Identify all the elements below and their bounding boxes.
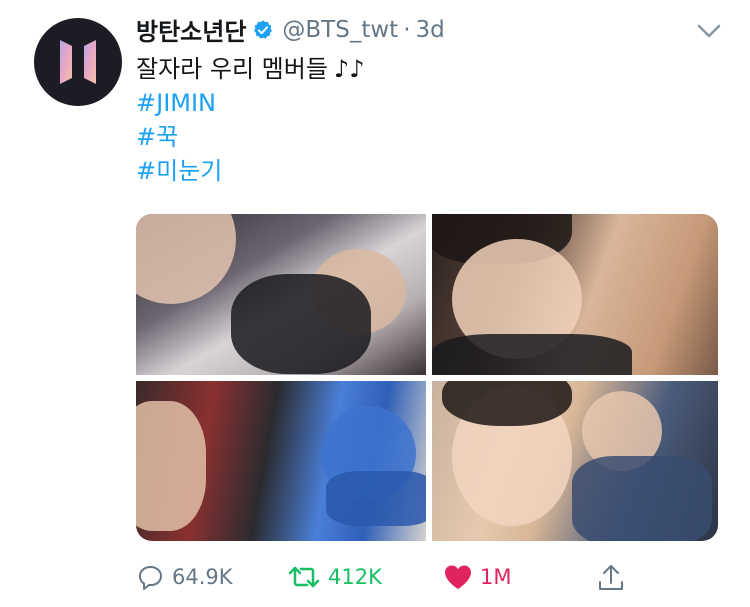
tweet-text: 잘자라 우리 멤버들 ♪♪ #JIMIN #꾹 #미눈기: [136, 52, 365, 188]
photo-1[interactable]: [136, 214, 426, 375]
share-button[interactable]: [596, 562, 632, 594]
reply-button[interactable]: 64.9K: [136, 562, 233, 592]
bts-logo-icon: [60, 40, 96, 84]
tweet-actions: 64.9K 412K 1M: [136, 562, 656, 598]
hashtag-kkuk[interactable]: #꾹: [136, 120, 365, 154]
hashtag-jimin[interactable]: #JIMIN: [136, 86, 365, 120]
tweet-header: 방탄소년단 @BTS_twt · 3d: [136, 12, 445, 47]
photo-2[interactable]: [432, 214, 718, 375]
timestamp[interactable]: 3d: [416, 17, 445, 43]
photo-3[interactable]: [136, 381, 426, 541]
reply-icon: [139, 566, 162, 590]
author-name[interactable]: 방탄소년단: [136, 12, 246, 47]
like-count: 1M: [480, 565, 512, 589]
chevron-down-icon[interactable]: [694, 16, 724, 46]
like-button[interactable]: 1M: [442, 562, 511, 592]
reply-count: 64.9K: [172, 565, 233, 589]
tweet-text-line: 잘자라 우리 멤버들 ♪♪: [136, 52, 365, 86]
heart-icon: [445, 565, 471, 589]
retweet-icon: [288, 566, 320, 588]
music-notes: ♪♪: [333, 55, 365, 83]
hashtag-minungi[interactable]: #미눈기: [136, 154, 365, 188]
author-handle[interactable]: @BTS_twt: [282, 17, 398, 43]
author-avatar[interactable]: [34, 18, 122, 106]
tweet-message: 잘자라 우리 멤버들: [136, 55, 328, 83]
photo-grid: [136, 214, 718, 541]
retweet-count: 412K: [328, 565, 382, 589]
retweet-button[interactable]: 412K: [286, 562, 382, 592]
separator: ·: [403, 16, 411, 43]
verified-badge-icon: [254, 19, 273, 39]
share-icon: [599, 565, 623, 590]
photo-4[interactable]: [432, 381, 718, 541]
